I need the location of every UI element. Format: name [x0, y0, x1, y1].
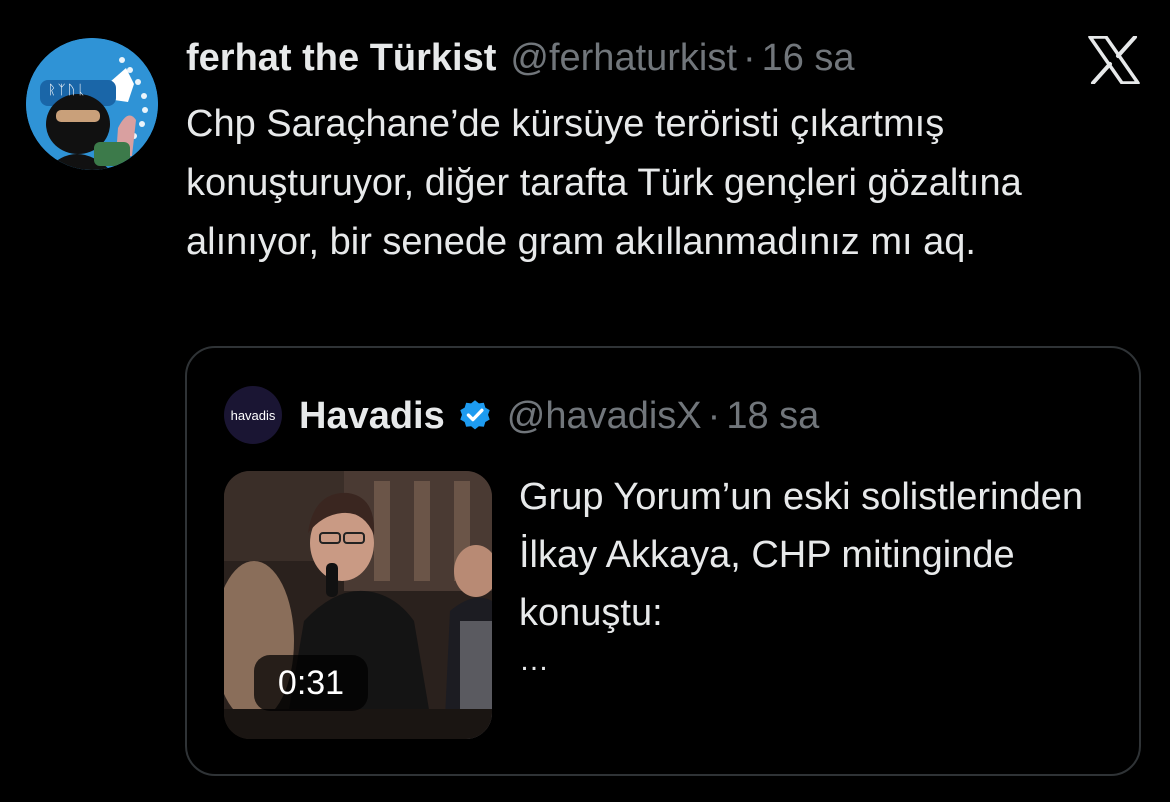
- author-handle[interactable]: @ferhaturkist: [510, 34, 737, 82]
- tweet: ᚱᛉᚢᚳ ferhat the Türkist @ferhaturkist · …: [0, 0, 1170, 802]
- quoted-header-separator: ·: [707, 395, 721, 437]
- avatar-runic-text: ᚱᛉᚢᚳ: [48, 83, 88, 98]
- avatar-image: [26, 38, 158, 170]
- x-logo-icon: [1088, 35, 1140, 85]
- verified-badge-icon: [460, 400, 490, 430]
- quoted-author-display-name[interactable]: Havadis: [299, 392, 445, 440]
- quoted-tweet-text: Grup Yorum’un eski solistlerinden İlkay …: [519, 476, 1083, 634]
- video-thumbnail[interactable]: 0:31: [224, 471, 492, 739]
- quoted-avatar-label: havadis: [230, 407, 276, 423]
- quoted-tweet-header: Havadis @havadisX · 18 sa: [299, 392, 819, 440]
- tweet-timestamp[interactable]: 16 sa: [762, 34, 855, 82]
- tweet-text: Chp Saraçhane’de kürsüye teröristi çıkar…: [186, 103, 1022, 263]
- header-separator: ·: [742, 37, 756, 79]
- quoted-author-avatar[interactable]: havadis: [224, 386, 282, 444]
- quoted-tweet-timestamp[interactable]: 18 sa: [726, 392, 819, 440]
- quoted-author-handle[interactable]: @havadisX: [507, 392, 702, 440]
- tweet-header: ferhat the Türkist @ferhaturkist · 16 sa: [186, 34, 855, 84]
- user-avatar[interactable]: ᚱᛉᚢᚳ: [26, 38, 158, 170]
- quoted-tweet-card[interactable]: havadis Havadis @havadisX · 18 sa 0:31 G…: [185, 346, 1141, 776]
- video-duration-badge: 0:31: [254, 655, 368, 711]
- author-display-name[interactable]: ferhat the Türkist: [186, 34, 496, 82]
- quoted-text-truncation: …: [519, 644, 549, 677]
